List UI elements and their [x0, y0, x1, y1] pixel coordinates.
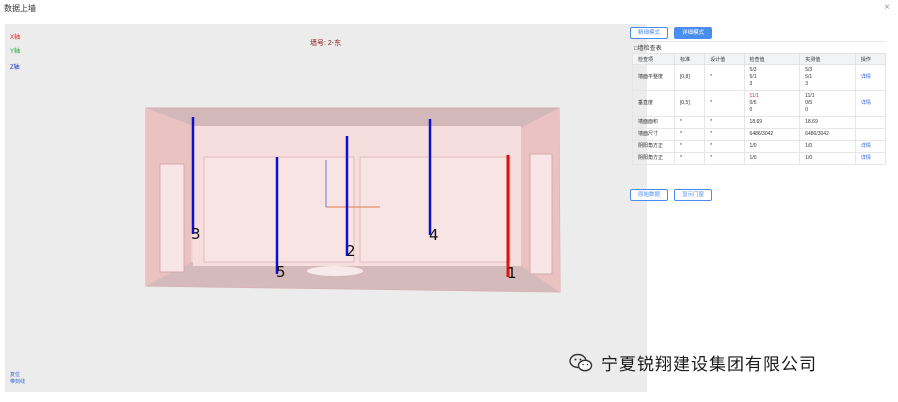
col-header-measured: 实测值 — [799, 53, 856, 65]
table-header-row: 检查项 标准 设计值 检查值 实测值 操作 — [632, 53, 887, 65]
cell-standard: * — [673, 128, 706, 141]
table-row: 墙面尺寸 * * 6486/3042 6486/3042 — [632, 128, 887, 141]
cell-design: * — [704, 128, 745, 141]
left-opening — [159, 163, 185, 273]
floor — [146, 262, 560, 292]
view-controls: 复位 带刻线 — [10, 372, 25, 386]
cell-action: 详情 — [854, 152, 887, 165]
cell-design: * — [704, 140, 745, 153]
table-row: 墙面平整度 [0,8] * 5/3 5/1 3 5/3 5/1 3 详情 — [632, 64, 887, 91]
cell-action: 详情 — [854, 64, 887, 91]
cell-measured: 18.69 — [799, 116, 856, 129]
cell-measured: 1/0 — [799, 140, 856, 153]
detail-mode-button[interactable]: 详细模式 — [674, 27, 713, 39]
col-header-check: 检查值 — [743, 53, 801, 65]
inspection-table: 检查项 标准 设计值 检查值 实测值 操作 墙面平整度 [0,8] * 5/3 5… — [632, 53, 887, 165]
cell-action: 详情 — [854, 140, 887, 153]
cell-standard: [0,5] — [673, 90, 706, 117]
inspection-panel: 精细模式 详细模式 □墙检查表 检查项 标准 设计值 检查值 实测值 操作 墙面… — [620, 24, 890, 204]
cell-item: 阴阳角方正 — [632, 140, 675, 153]
cell-item: 墙面尺寸 — [632, 128, 675, 141]
cell-check: 5/3 5/1 3 — [743, 64, 801, 91]
cell-standard: * — [673, 140, 706, 153]
cell-standard: * — [673, 116, 706, 129]
cell-check: 11/1 0/5 0 — [743, 90, 801, 117]
raw-data-button[interactable]: 原始数据 — [630, 189, 669, 201]
room-model[interactable]: 3 2 4 5 1 — [5, 24, 647, 392]
cell-check: 18.69 — [743, 116, 801, 129]
fine-mode-button[interactable]: 精细模式 — [630, 27, 669, 39]
data-wall-dialog: 数据上墙 × X轴 Y轴 Z轴 墙号: 2-东 3 2 4 5 1 复位 带刻线… — [0, 0, 898, 402]
3d-viewport[interactable]: X轴 Y轴 Z轴 墙号: 2-东 3 2 4 5 1 复位 带刻线 — [5, 24, 647, 392]
cell-design: * — [704, 116, 745, 129]
detail-link[interactable]: 详情 — [861, 155, 871, 161]
table-row: 垂直度 [0,5] * 11/1 0/5 0 11/1 0/5 0 详情 — [632, 90, 887, 117]
detail-link[interactable]: 详情 — [861, 74, 871, 80]
watermark-text: 宁夏锐翔建设集团有限公司 — [601, 355, 817, 374]
cell-measured: 1/0 — [799, 152, 856, 165]
col-header-standard: 标准 — [673, 53, 706, 65]
title-bar: 数据上墙 × — [0, 0, 898, 20]
marker-label-3: 3 — [191, 225, 201, 243]
cell-measured: 6486/3042 — [799, 128, 856, 141]
cell-item: 垂直度 — [632, 90, 675, 117]
ceiling — [146, 108, 559, 128]
wechat-icon — [569, 353, 593, 371]
right-opening — [529, 153, 553, 275]
marker-label-1: 1 — [507, 264, 517, 282]
close-icon[interactable]: × — [884, 2, 890, 13]
watermark: 宁夏锐翔建设集团有限公司 — [569, 350, 817, 375]
back-wall-panel-left — [203, 156, 355, 263]
panel-actions: 原始数据 显示门窗 — [630, 189, 713, 201]
show-doors-windows-button[interactable]: 显示门窗 — [674, 189, 713, 201]
cell-item: 阴阳角方正 — [632, 152, 675, 165]
cell-measured: 11/1 0/5 0 — [799, 90, 856, 117]
back-wall-panel-right — [359, 156, 511, 263]
dialog-title: 数据上墙 — [4, 4, 36, 13]
cell-check: 6486/3042 — [743, 128, 801, 141]
marker-label-2: 2 — [346, 242, 356, 260]
cell-check: 1/0 — [743, 152, 801, 165]
cell-standard: * — [673, 152, 706, 165]
cell-action: 详情 — [854, 90, 887, 117]
cell-action — [854, 128, 887, 141]
cell-design: * — [704, 152, 745, 165]
cell-action — [854, 116, 887, 129]
table-row: 阴阳角方正 * * 1/0 1/0 详情 — [632, 140, 887, 153]
mode-toggle: 精细模式 详细模式 — [630, 27, 713, 39]
divider — [632, 41, 886, 42]
cell-measured: 5/3 5/1 3 — [799, 64, 856, 91]
col-header-item: 检查项 — [632, 53, 675, 65]
cell-item: 墙面面积 — [632, 116, 675, 129]
detail-link[interactable]: 详情 — [861, 143, 871, 149]
show-scale-link[interactable]: 带刻线 — [10, 379, 25, 386]
marker-label-5: 5 — [276, 263, 286, 281]
col-header-design: 设计值 — [704, 53, 745, 65]
cell-design: * — [704, 64, 745, 91]
checklist-title: □墙检查表 — [634, 46, 662, 52]
cell-standard: [0,8] — [673, 64, 706, 91]
detail-link[interactable]: 详情 — [861, 100, 871, 106]
reset-view-link[interactable]: 复位 — [10, 372, 25, 379]
cell-design: * — [704, 90, 745, 117]
col-header-action: 操作 — [854, 53, 887, 65]
floor-hole — [307, 266, 363, 276]
table-row: 阴阳角方正 * * 1/0 1/0 详情 — [632, 152, 887, 165]
table-row: 墙面面积 * * 18.69 18.69 — [632, 116, 887, 129]
cell-item: 墙面平整度 — [632, 64, 675, 91]
marker-label-4: 4 — [429, 226, 439, 244]
cell-check: 1/0 — [743, 140, 801, 153]
